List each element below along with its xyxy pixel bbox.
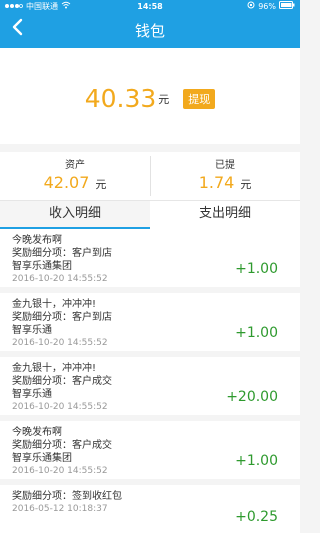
record-detail: 奖励细分项：客户成交 bbox=[12, 376, 112, 387]
list-item[interactable]: 奖励细分项：签到收红包 2016-05-12 10:18:37 +0.25 bbox=[0, 485, 300, 533]
list-item[interactable]: 今晚发布啊 奖励细分项：客户到店 智享乐通集团 2016-10-20 14:55… bbox=[0, 229, 300, 287]
stat-label: 已提 bbox=[215, 160, 235, 171]
balance-row: 40.33 元提现 bbox=[0, 84, 300, 113]
record-detail: 奖励细分项：签到收红包 bbox=[12, 491, 122, 502]
stat-withdrawn: 已提 1.74 元 bbox=[150, 152, 300, 200]
stats-panel: 资产 42.07 元 已提 1.74 元 bbox=[0, 152, 300, 200]
stat-assets: 资产 42.07 元 bbox=[0, 152, 150, 200]
balance-unit: 元 bbox=[158, 92, 170, 106]
record-amount: +1.00 bbox=[235, 453, 278, 469]
stat-unit: 元 bbox=[240, 178, 252, 191]
income-list: 今晚发布啊 奖励细分项：客户到店 智享乐通集团 2016-10-20 14:55… bbox=[0, 229, 300, 533]
stat-value-row: 1.74 元 bbox=[150, 173, 300, 192]
battery-icon bbox=[279, 0, 295, 14]
record-title: 金九银十，冲冲冲! bbox=[12, 299, 97, 310]
nav-bar: 钱包 bbox=[0, 14, 300, 48]
record-title: 今晚发布啊 bbox=[12, 427, 62, 438]
record-detail: 奖励细分项：客户到店 bbox=[12, 248, 112, 259]
status-right: 96% bbox=[247, 0, 295, 14]
tab-expense[interactable]: 支出明细 bbox=[150, 201, 300, 229]
tab-bar: 收入明细 支出明细 bbox=[0, 200, 300, 229]
record-amount: +20.00 bbox=[226, 389, 278, 405]
status-bar: 中国联通 14:58 96% bbox=[0, 0, 300, 14]
tab-income[interactable]: 收入明细 bbox=[0, 201, 150, 229]
record-title: 今晚发布啊 bbox=[12, 235, 62, 246]
orientation-lock-icon bbox=[247, 0, 255, 14]
page-title: 钱包 bbox=[134, 22, 165, 40]
stat-unit: 元 bbox=[95, 178, 107, 191]
record-detail: 奖励细分项：客户成交 bbox=[12, 440, 112, 451]
stat-label: 资产 bbox=[65, 160, 85, 171]
balance-panel: 40.33 元提现 bbox=[0, 48, 300, 144]
balance-amount: 40.33 bbox=[84, 84, 157, 113]
list-item[interactable]: 金九银十，冲冲冲! 奖励细分项：客户成交 智享乐通 2016-10-20 14:… bbox=[0, 357, 300, 415]
record-amount: +0.25 bbox=[235, 509, 278, 525]
battery-percent: 96% bbox=[258, 2, 276, 11]
withdraw-button[interactable]: 提现 bbox=[183, 88, 216, 109]
list-item[interactable]: 今晚发布啊 奖励细分项：客户成交 智享乐通集团 2016-10-20 14:55… bbox=[0, 421, 300, 479]
record-title: 金九银十，冲冲冲! bbox=[12, 363, 97, 374]
stat-value: 1.74 bbox=[198, 173, 235, 192]
record-amount: +1.00 bbox=[235, 261, 278, 277]
stat-value-row: 42.07 元 bbox=[0, 173, 150, 192]
record-amount: +1.00 bbox=[235, 325, 278, 341]
stat-value: 42.07 bbox=[43, 173, 90, 192]
record-detail: 奖励细分项：客户到店 bbox=[12, 312, 112, 323]
list-item[interactable]: 金九银十，冲冲冲! 奖励细分项：客户到店 智享乐通 2016-10-20 14:… bbox=[0, 293, 300, 351]
